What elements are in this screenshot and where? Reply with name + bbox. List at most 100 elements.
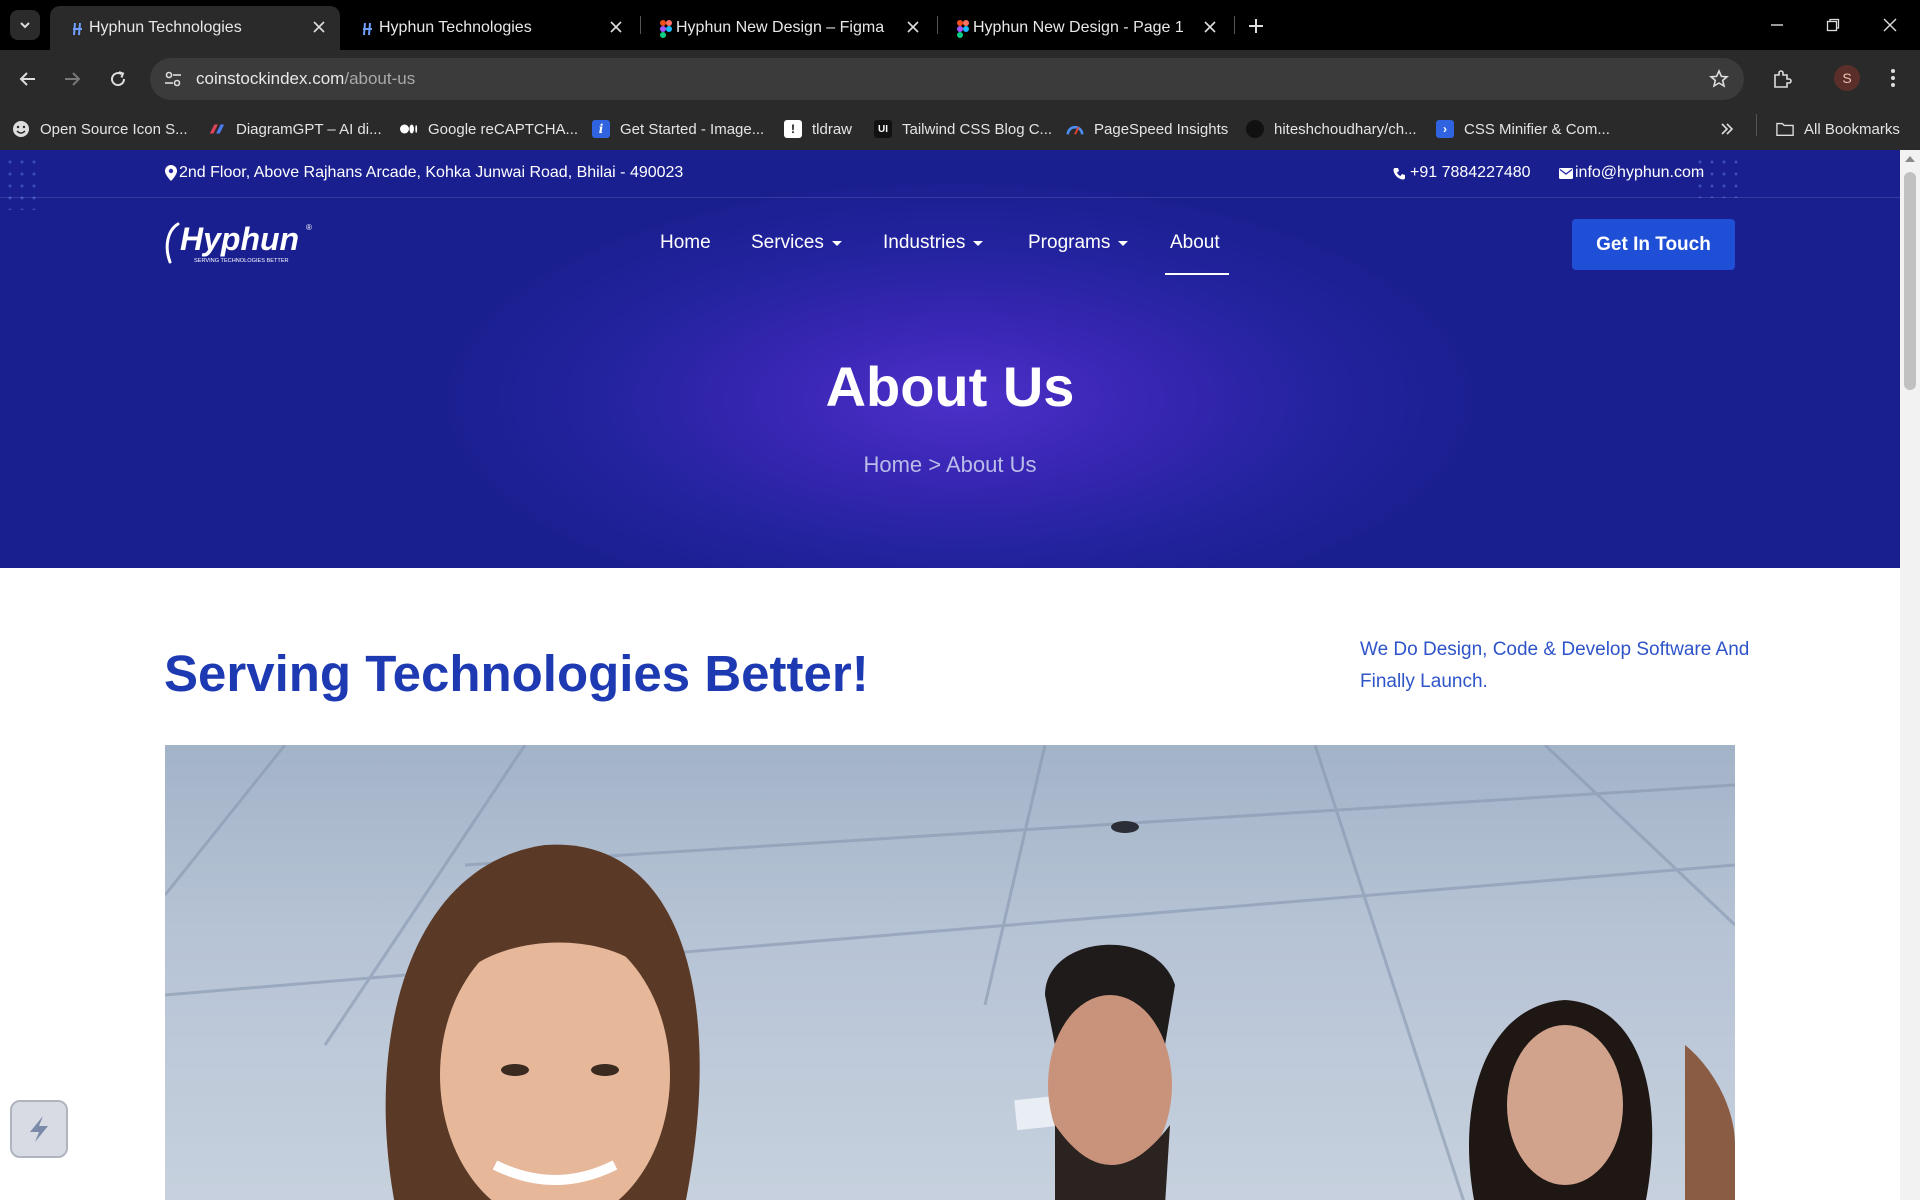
tab-hyphun-1[interactable]: Hyphun Technologies: [50, 6, 340, 50]
tab-search-button[interactable]: [10, 10, 40, 40]
floating-app-widget[interactable]: [10, 1100, 68, 1158]
bookmark-label: DiagramGPT – AI di...: [236, 120, 382, 138]
nav-services[interactable]: Services: [751, 232, 842, 254]
page-title: About Us: [825, 355, 1075, 418]
close-tab-icon[interactable]: [1199, 16, 1221, 38]
address-info: 2nd Floor, Above Rajhans Arcade, Kohka J…: [165, 164, 683, 182]
page-scrollbar[interactable]: [1900, 150, 1920, 1200]
bookmarks-divider: [1756, 114, 1757, 136]
bookmark-label: Get Started - Image...: [620, 120, 765, 138]
bookmark-star-icon[interactable]: [1708, 68, 1730, 90]
extensions-button[interactable]: [1768, 65, 1796, 93]
bookmarks-bar: Open Source Icon S... DiagramGPT – AI di…: [0, 108, 1920, 150]
nav-industries[interactable]: Industries: [883, 232, 984, 254]
phone-icon: [1393, 167, 1405, 179]
phone-link[interactable]: +91 7884227480: [1393, 164, 1531, 182]
minifier-icon: ›: [1436, 120, 1454, 138]
reload-button[interactable]: [104, 65, 132, 93]
nav-industries-label: Industries: [883, 232, 966, 253]
bookmark-tailwind-blog[interactable]: UI Tailwind CSS Blog C...: [874, 116, 1052, 142]
forward-button[interactable]: [58, 65, 86, 93]
bookmark-get-started[interactable]: i Get Started - Image...: [592, 116, 764, 142]
url-domain: coinstockindex.com: [196, 69, 345, 88]
nav-home-label: Home: [660, 232, 711, 253]
restore-icon: [1826, 18, 1840, 32]
logo-text: Hyphun: [180, 221, 299, 257]
browser-toolbar: coinstockindex.com/about-us: [0, 50, 1920, 108]
plus-icon: [1249, 19, 1263, 33]
nav-programs-label: Programs: [1028, 232, 1111, 253]
address-text: 2nd Floor, Above Rajhans Arcade, Kohka J…: [179, 164, 684, 181]
lightning-icon: [30, 1116, 48, 1142]
bookmark-diagramgpt[interactable]: DiagramGPT – AI di...: [208, 116, 382, 142]
figma-icon: [657, 20, 675, 38]
bookmark-open-source-icon[interactable]: Open Source Icon S...: [12, 116, 188, 142]
profile-initial: S: [1842, 70, 1852, 86]
bookmark-label: All Bookmarks: [1804, 120, 1900, 138]
hyphun-logo[interactable]: Hyphun ® SERVING TECHNOLOGIES BETTER: [164, 218, 314, 270]
address-bar[interactable]: coinstockindex.com/about-us: [150, 58, 1744, 100]
breadcrumb: Home > About Us: [863, 452, 1037, 477]
email-link[interactable]: info@hyphun.com: [1559, 164, 1704, 182]
bookmark-label: hiteshchoudhary/ch...: [1274, 120, 1417, 138]
tab-title: Hyphun Technologies: [379, 19, 532, 36]
back-button[interactable]: [14, 65, 42, 93]
scrollbar-thumb[interactable]: [1904, 172, 1916, 390]
github-icon: [1246, 120, 1264, 138]
bookmark-tldraw[interactable]: ! tldraw: [784, 116, 852, 142]
envelope-icon: [1559, 167, 1573, 179]
get-in-touch-button[interactable]: Get In Touch: [1572, 219, 1735, 270]
url-path: /about-us: [344, 69, 416, 88]
close-tab-icon[interactable]: [308, 16, 330, 38]
bookmark-label: Google reCAPTCHA...: [428, 120, 579, 138]
caret-down-icon: [1118, 240, 1129, 246]
tab-figma-1[interactable]: Hyphun New Design – Figma: [637, 6, 934, 50]
tab-figma-2[interactable]: Hyphun New Design - Page 1: [934, 6, 1231, 50]
puzzle-icon: [1774, 70, 1792, 88]
nav-programs[interactable]: Programs: [1028, 232, 1129, 254]
diagramgpt-icon: [208, 120, 226, 138]
hyphun-logo-mark: Hyphun ® SERVING TECHNOLOGIES BETTER: [165, 221, 312, 264]
minimize-button[interactable]: [1763, 12, 1791, 38]
team-photo-illustration: [165, 745, 1735, 1200]
nav-services-label: Services: [751, 232, 824, 253]
nav-about[interactable]: About: [1170, 232, 1220, 254]
profile-avatar[interactable]: S: [1834, 65, 1860, 91]
section-tagline: We Do Design, Code & Develop Software An…: [1360, 639, 1750, 692]
tab-title: Hyphun New Design – Figma: [676, 19, 885, 36]
arrow-left-icon: [19, 72, 35, 86]
bookmark-label: Open Source Icon S...: [40, 120, 188, 138]
browser-menu-button[interactable]: [1880, 65, 1906, 91]
figma-icon: [954, 20, 972, 38]
folder-icon: [1776, 120, 1794, 138]
close-icon: [1883, 18, 1897, 32]
more-vertical-icon: [1891, 69, 1895, 87]
new-tab-button[interactable]: [1242, 12, 1270, 40]
tab-hyphun-2[interactable]: Hyphun Technologies: [340, 6, 637, 50]
more-bookmarks-button[interactable]: [1716, 118, 1738, 140]
hyphun-favicon-icon: [70, 20, 88, 38]
scroll-up-arrow-icon[interactable]: [1905, 156, 1915, 162]
bookmark-github[interactable]: hiteshchoudhary/ch...: [1246, 116, 1417, 142]
close-tab-icon[interactable]: [902, 16, 924, 38]
bookmark-recaptcha[interactable]: Google reCAPTCHA...: [400, 116, 578, 142]
tldraw-icon: !: [784, 120, 802, 138]
restore-button[interactable]: [1819, 12, 1847, 38]
section-heading: Serving Technologies Better!: [164, 645, 869, 702]
nav-home[interactable]: Home: [660, 232, 711, 254]
bookmark-pagespeed[interactable]: PageSpeed Insights: [1066, 116, 1228, 142]
svg-text:®: ®: [306, 223, 312, 232]
caret-down-icon: [831, 240, 842, 246]
site-info-icon[interactable]: [162, 69, 184, 89]
ui-icon: UI: [874, 120, 892, 138]
hero-section: 2nd Floor, Above Rajhans Arcade, Kohka J…: [0, 150, 1900, 568]
bookmark-css-minifier[interactable]: › CSS Minifier & Com...: [1436, 116, 1610, 142]
all-bookmarks-button[interactable]: All Bookmarks: [1776, 116, 1900, 142]
close-window-button[interactable]: [1876, 12, 1904, 38]
url-text: coinstockindex.com/about-us: [196, 69, 415, 89]
tab-separator: [1234, 16, 1235, 34]
browser-tab-bar: Hyphun Technologies Hyphun Technologies …: [0, 0, 1920, 50]
cta-label: Get In Touch: [1596, 233, 1711, 255]
close-tab-icon[interactable]: [605, 16, 627, 38]
tab-title: Hyphun Technologies: [89, 19, 242, 36]
